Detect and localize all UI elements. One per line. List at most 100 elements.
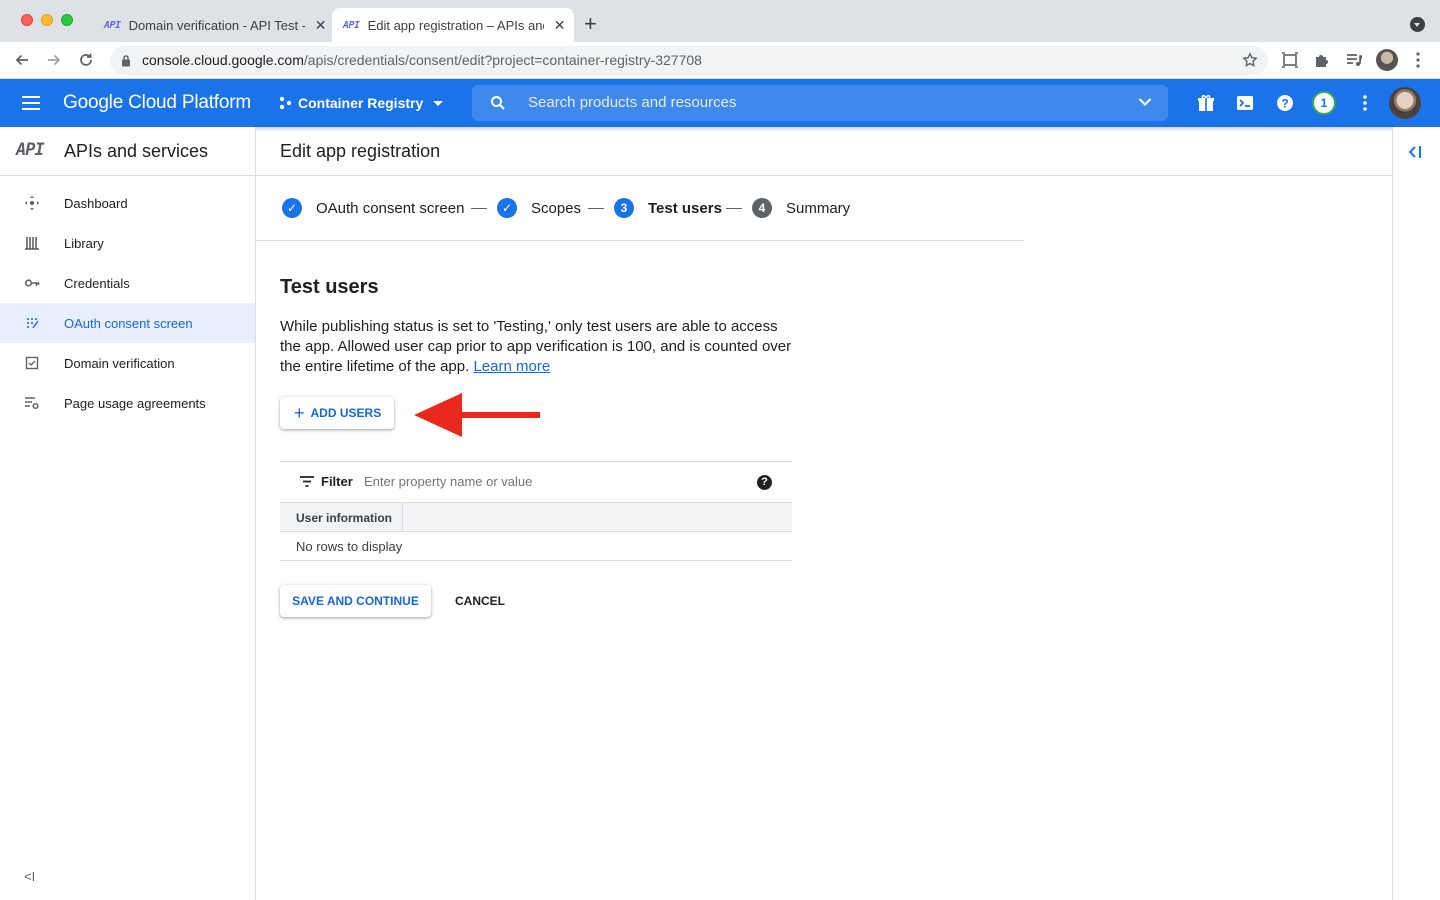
settings-list-icon <box>25 397 39 410</box>
step-connector <box>471 208 487 209</box>
checkbox-icon <box>25 356 39 370</box>
consent-grid-icon <box>27 318 39 329</box>
more-options-icon[interactable] <box>1355 93 1375 113</box>
back-icon[interactable] <box>12 50 32 70</box>
media-queue-icon[interactable] <box>1345 51 1363 69</box>
search-icon <box>491 96 505 110</box>
filter-bar: Filter ? <box>280 461 792 502</box>
chevron-down-icon[interactable] <box>1138 97 1152 107</box>
sidebar-item-credentials[interactable]: Credentials <box>0 263 255 303</box>
close-tab-icon[interactable]: ✕ <box>313 17 329 34</box>
svg-text:?: ? <box>1281 97 1288 111</box>
close-tab-icon[interactable]: ✕ <box>552 17 568 34</box>
page-header: Edit app registration <box>256 127 1392 176</box>
add-users-label: ADD USERS <box>310 406 382 420</box>
browser-tab-domain-verification[interactable]: API Domain verification - API Test - ✕ <box>104 8 330 42</box>
step-scopes[interactable]: ✓ Scopes <box>497 198 581 218</box>
bookmark-star-icon[interactable] <box>1242 52 1258 68</box>
column-divider <box>402 503 403 531</box>
check-icon: ✓ <box>497 198 517 218</box>
column-header-user-information[interactable]: User information <box>296 511 392 525</box>
sidebar-title: APIs and services <box>64 141 209 161</box>
extensions-puzzle-icon[interactable] <box>1313 51 1331 69</box>
reload-icon[interactable] <box>76 50 96 70</box>
plus-icon: + <box>294 403 305 423</box>
lock-icon <box>122 55 130 67</box>
save-and-continue-button[interactable]: SAVE AND CONTINUE <box>280 585 431 617</box>
sidebar-item-oauth-consent-screen[interactable]: OAuth consent screen <box>0 303 255 343</box>
sidebar-header: API APIs and services <box>0 127 255 176</box>
step-number-badge: 3 <box>614 198 634 218</box>
browser-tab-edit-app-registration[interactable]: API Edit app registration – APIs and ✕ <box>332 8 574 42</box>
table-empty-row: No rows to display <box>280 532 792 561</box>
step-label: Summary <box>786 199 851 217</box>
new-tab-icon[interactable]: + <box>584 13 597 35</box>
window-minimize-button[interactable] <box>41 14 53 26</box>
dashboard-icon <box>25 196 39 210</box>
empty-state-text: No rows to display <box>296 539 403 554</box>
address-bar[interactable]: console.cloud.google.com/apis/credential… <box>110 46 1268 75</box>
right-side-panel <box>1392 127 1440 900</box>
sidebar-item-library[interactable]: Library <box>0 223 255 263</box>
table-header: User information <box>280 502 792 532</box>
tab-search-icon[interactable] <box>1410 17 1425 32</box>
section-title: Test users <box>280 276 379 298</box>
sidebar-item-label: Page usage agreements <box>64 395 206 411</box>
left-sidebar: API APIs and services Dashboard Library … <box>0 127 256 900</box>
expand-panel-icon[interactable] <box>1407 144 1423 160</box>
registration-stepper: ✓ OAuth consent screen ✓ Scopes 3 Test u… <box>256 176 1024 241</box>
project-selector[interactable]: Container Registry <box>278 95 444 111</box>
step-label: OAuth consent screen <box>316 199 465 217</box>
sidebar-item-domain-verification[interactable]: Domain verification <box>0 343 255 383</box>
search-bar[interactable]: Search products and resources <box>472 85 1168 121</box>
filter-label: Filter <box>321 474 353 489</box>
step-connector <box>588 208 604 209</box>
tab-title: Edit app registration – APIs and <box>367 17 544 33</box>
screenshot-icon[interactable] <box>1281 51 1299 69</box>
page-title: Edit app registration <box>280 141 441 161</box>
browser-profile-avatar[interactable] <box>1376 49 1398 71</box>
api-favicon-icon: API <box>104 19 121 31</box>
step-oauth-consent-screen[interactable]: ✓ OAuth consent screen <box>282 198 464 218</box>
chevron-down-icon <box>433 100 444 106</box>
window-close-button[interactable] <box>21 14 33 26</box>
collapse-sidebar-icon[interactable]: <I <box>24 869 35 884</box>
add-users-button[interactable]: + ADD USERS <box>280 397 394 429</box>
product-name[interactable]: Google Cloud Platform <box>63 92 251 114</box>
red-arrow-annotation-icon <box>414 393 540 437</box>
main-content: Edit app registration ✓ OAuth consent sc… <box>256 127 1392 900</box>
help-icon[interactable]: ? <box>1275 93 1295 113</box>
step-label: Test users <box>648 199 722 217</box>
forward-icon[interactable] <box>44 50 64 70</box>
sidebar-item-label: Domain verification <box>64 355 175 371</box>
tab-title: Domain verification - API Test - <box>128 17 305 33</box>
filter-icon <box>300 476 314 487</box>
gift-icon[interactable] <box>1196 93 1216 113</box>
search-input[interactable]: Search products and resources <box>528 94 736 111</box>
api-favicon-icon: API <box>343 19 360 31</box>
sidebar-item-label: Dashboard <box>64 195 128 211</box>
sidebar-item-dashboard[interactable]: Dashboard <box>0 183 255 223</box>
account-avatar[interactable] <box>1389 87 1421 119</box>
window-zoom-button[interactable] <box>61 14 73 26</box>
test-users-description: While publishing status is set to 'Testi… <box>280 317 800 377</box>
sidebar-item-label: OAuth consent screen <box>64 315 193 331</box>
project-name: Container Registry <box>298 95 424 111</box>
main-menu-icon[interactable] <box>22 96 40 110</box>
browser-menu-icon[interactable] <box>1410 51 1426 69</box>
filter-input[interactable] <box>364 474 724 489</box>
cancel-button[interactable]: CANCEL <box>444 585 516 617</box>
key-icon <box>24 279 40 287</box>
sidebar-item-label: Library <box>64 235 104 251</box>
step-summary[interactable]: 4 Summary <box>752 198 850 218</box>
cloud-shell-icon[interactable] <box>1235 93 1255 113</box>
sidebar-item-page-usage-agreements[interactable]: Page usage agreements <box>0 383 255 423</box>
step-test-users[interactable]: 3 Test users <box>614 198 722 218</box>
step-connector <box>726 208 742 209</box>
url-text: console.cloud.google.com/apis/credential… <box>142 52 702 68</box>
learn-more-link[interactable]: Learn more <box>473 358 550 375</box>
notifications-badge[interactable]: 1 <box>1312 91 1336 115</box>
library-icon <box>25 237 39 250</box>
sidebar-item-label: Credentials <box>64 275 130 291</box>
help-icon[interactable]: ? <box>757 475 772 490</box>
